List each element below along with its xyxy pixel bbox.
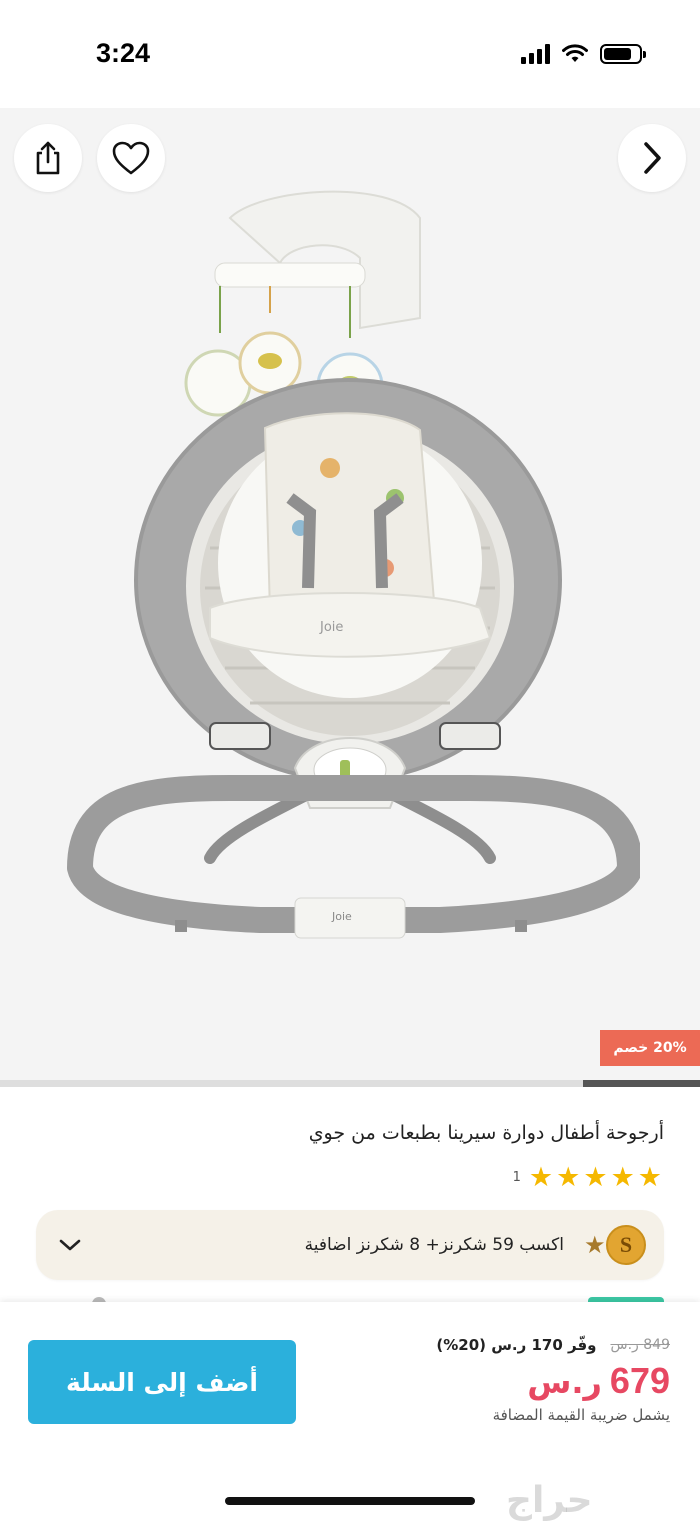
price-block: 849 ر.س وفّر 170 ر.س (20%) 679 ر.س يشمل …	[340, 1336, 670, 1424]
savings-text: وفّر 170 ر.س (20%)	[436, 1336, 597, 1354]
gallery-progress-track	[0, 1080, 700, 1087]
svg-text:Joie: Joie	[319, 620, 343, 635]
chevron-right-icon	[644, 142, 661, 174]
discount-badge: 20% خصم	[600, 1030, 700, 1066]
rewards-content: S ★ اكسب 59 شكرنز+ 8 شكرنز اضافية	[305, 1223, 646, 1267]
star-icon: ★	[584, 1231, 606, 1259]
star-icon: ★	[583, 1162, 608, 1193]
star-icon: ★	[556, 1162, 581, 1193]
shukrans-coin-icon: S ★	[576, 1223, 646, 1267]
rating-stars: ★ ★ ★ ★ ★	[529, 1164, 662, 1191]
price-currency: ر.س	[527, 1363, 602, 1401]
status-time: 3:24	[96, 38, 151, 68]
coin-letter: S	[606, 1225, 646, 1265]
vat-note: يشمل ضريبة القيمة المضافة	[492, 1406, 670, 1424]
star-icon: ★	[528, 1162, 554, 1193]
price-amount: 679	[609, 1360, 670, 1401]
current-price: 679 ر.س	[340, 1360, 670, 1402]
gallery-progress-indicator	[583, 1080, 700, 1087]
rating-count: 1	[512, 1170, 521, 1185]
star-icon: ★	[610, 1162, 635, 1193]
status-icons	[521, 44, 646, 64]
wifi-icon	[562, 44, 588, 62]
price-savings-line: 849 ر.س وفّر 170 ر.س (20%)	[340, 1336, 670, 1354]
add-to-cart-button[interactable]: أضف إلى السلة	[28, 1340, 296, 1424]
rewards-text: اكسب 59 شكرنز+ 8 شكرنز اضافية	[304, 1235, 564, 1255]
home-indicator	[225, 1497, 475, 1505]
cellular-signal-icon	[521, 44, 550, 64]
chevron-down-icon	[59, 1239, 81, 1251]
purchase-bar: أضف إلى السلة 849 ر.س وفّر 170 ر.س (20%)…	[0, 1302, 700, 1522]
battery-icon	[600, 44, 646, 64]
svg-text:Joie: Joie	[331, 910, 352, 923]
product-rating[interactable]: ★ ★ ★ ★ ★ 1	[513, 1164, 662, 1191]
rewards-dropdown[interactable]: S ★ اكسب 59 شكرنز+ 8 شكرنز اضافية	[36, 1210, 664, 1280]
baby-swing-product-image: Joie Joie	[67, 190, 640, 939]
original-price: 849 ر.س	[610, 1337, 671, 1353]
star-icon: ★	[637, 1162, 662, 1193]
watermark-logo: حراج	[506, 1480, 593, 1521]
product-title: أرجوحة أطفال دوارة سيرينا بطبعات من جوي	[308, 1122, 664, 1144]
product-image-gallery[interactable]: Joie Joie 20% خصم	[0, 108, 700, 1080]
status-bar: 3:24	[0, 0, 700, 108]
